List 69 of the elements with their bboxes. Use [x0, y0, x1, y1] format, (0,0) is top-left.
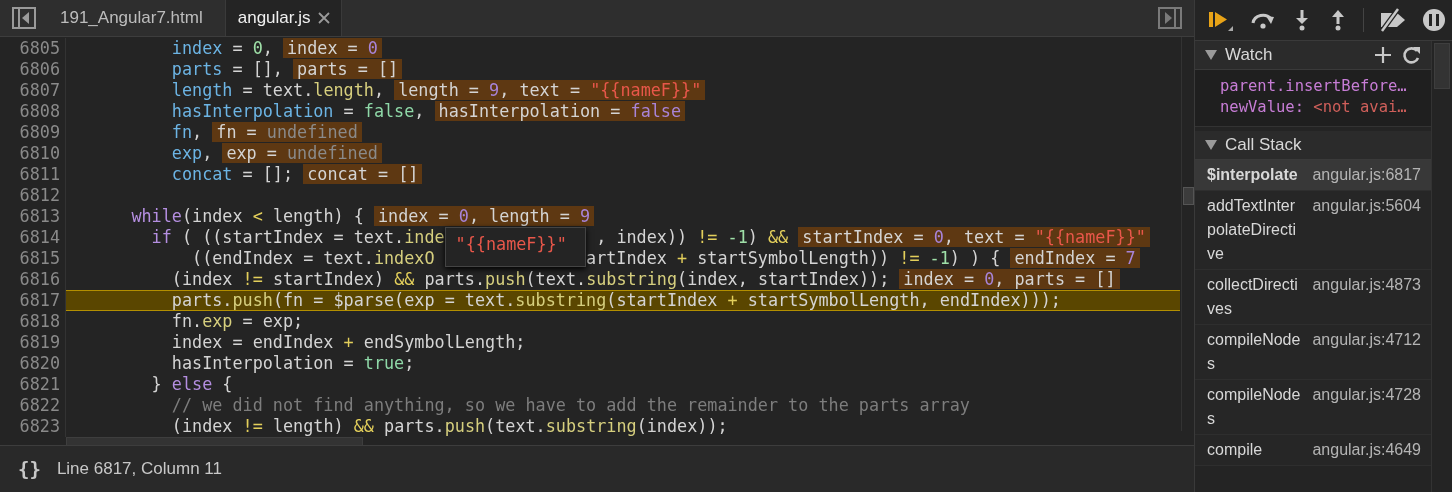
cursor-position: Line 6817, Column 11: [56, 459, 222, 479]
inline-value: index = 0, parts = []: [899, 269, 1120, 289]
vertical-scrollbar[interactable]: [1183, 187, 1194, 205]
code-line: hasInterpolation = true;: [170, 353, 415, 373]
code-line: concat = [];: [170, 164, 294, 184]
inline-value: fn = undefined: [212, 122, 362, 142]
line-number: 6814: [0, 227, 66, 248]
code-line: parts.push(fn = $parse(exp = text.substring(startIndex + startSymbolLength, endIndex)));: [170, 290, 1061, 310]
code-line: (index != length) && parts.push(text.substring(index));: [170, 416, 728, 436]
line-number: 6823: [0, 416, 66, 437]
watch-expression: newValue: <not avai…: [1220, 97, 1408, 118]
code-line: fn,: [170, 122, 203, 142]
line-number: 6818: [0, 311, 66, 332]
inline-value: index = 0, length = 9: [373, 206, 595, 226]
code-line: , index)) != -1) &&: [596, 227, 789, 247]
line-number: 6811: [0, 164, 66, 185]
vertical-scrollbar[interactable]: [1434, 43, 1450, 89]
close-icon[interactable]: [316, 11, 331, 25]
file-tab[interactable]: angular.js: [225, 0, 342, 36]
inline-value: endIndex = 7: [1010, 248, 1140, 268]
code-line: index = 0,: [170, 38, 273, 58]
expand-triangle-icon[interactable]: [1205, 140, 1217, 150]
inline-value: hasInterpolation = false: [434, 101, 686, 121]
code-line: hasInterpolation = false,: [170, 101, 425, 121]
format-button[interactable]: {}: [14, 458, 45, 480]
inline-value: length = 9, text = "{{nameF}}": [394, 80, 706, 100]
inline-value: startIndex = 0, text = "{{nameF}}": [798, 227, 1150, 247]
code-line: } else {: [150, 374, 233, 394]
call-stack-item[interactable]: $interpolate angular.js:6817: [1195, 160, 1431, 191]
code-line: artIndex + startSymbolLength)) != -1) ) {: [586, 248, 1001, 268]
pause-icon[interactable]: [1422, 8, 1446, 32]
line-number: 6810: [0, 143, 66, 164]
file-tab[interactable]: 191_Angular7.html: [48, 0, 226, 36]
sidebar-toggle-icon[interactable]: [1158, 7, 1182, 29]
code-line: while(index < length) {: [130, 206, 364, 226]
code-line: index = endIndex + endSymbolLength;: [170, 332, 526, 352]
code-line: fn.exp = exp;: [170, 311, 304, 331]
code-line: if ( ((startIndex = text.inde: [150, 227, 445, 247]
inline-value: index = 0: [282, 38, 382, 58]
line-number: 6813: [0, 206, 66, 227]
value-tooltip: "{{nameF}}": [444, 227, 587, 267]
refresh-icon[interactable]: [1401, 45, 1423, 65]
line-number: 6808: [0, 101, 66, 122]
code-line: parts = [],: [170, 59, 283, 79]
line-number: 6822: [0, 395, 66, 416]
code-line: exp,: [170, 143, 213, 163]
code-line: ((endIndex = text.indexO: [191, 248, 435, 268]
line-number: 6820: [0, 353, 66, 374]
line-number: 6815: [0, 248, 66, 269]
line-number: 6819: [0, 332, 66, 353]
line-number: 6821: [0, 374, 66, 395]
code-line: (index != startIndex) && parts.push(text.substring(index, startIndex));: [170, 269, 890, 289]
section-title: Watch: [1225, 45, 1274, 65]
line-number: 6809: [0, 122, 66, 143]
sidebar-toggle-icon[interactable]: [12, 7, 36, 29]
line-number: 6812: [0, 185, 66, 206]
code-line: // we did not find anything, so we have to add the remainder to the parts array: [170, 395, 970, 415]
line-number: 6807: [0, 80, 66, 101]
inline-value: concat = []: [303, 164, 423, 184]
expand-triangle-icon[interactable]: [1205, 50, 1217, 60]
section-title: Call Stack: [1225, 135, 1303, 155]
add-icon[interactable]: [1373, 45, 1393, 65]
watch-expression: parent.insertBefore…: [1220, 76, 1408, 97]
line-number: 6805: [0, 38, 66, 59]
inline-value: exp = undefined: [222, 143, 382, 163]
code-line: length = text.length,: [170, 80, 384, 100]
line-number: 6806: [0, 59, 66, 80]
line-number: 6816: [0, 269, 66, 290]
inline-value: parts = []: [293, 59, 403, 79]
